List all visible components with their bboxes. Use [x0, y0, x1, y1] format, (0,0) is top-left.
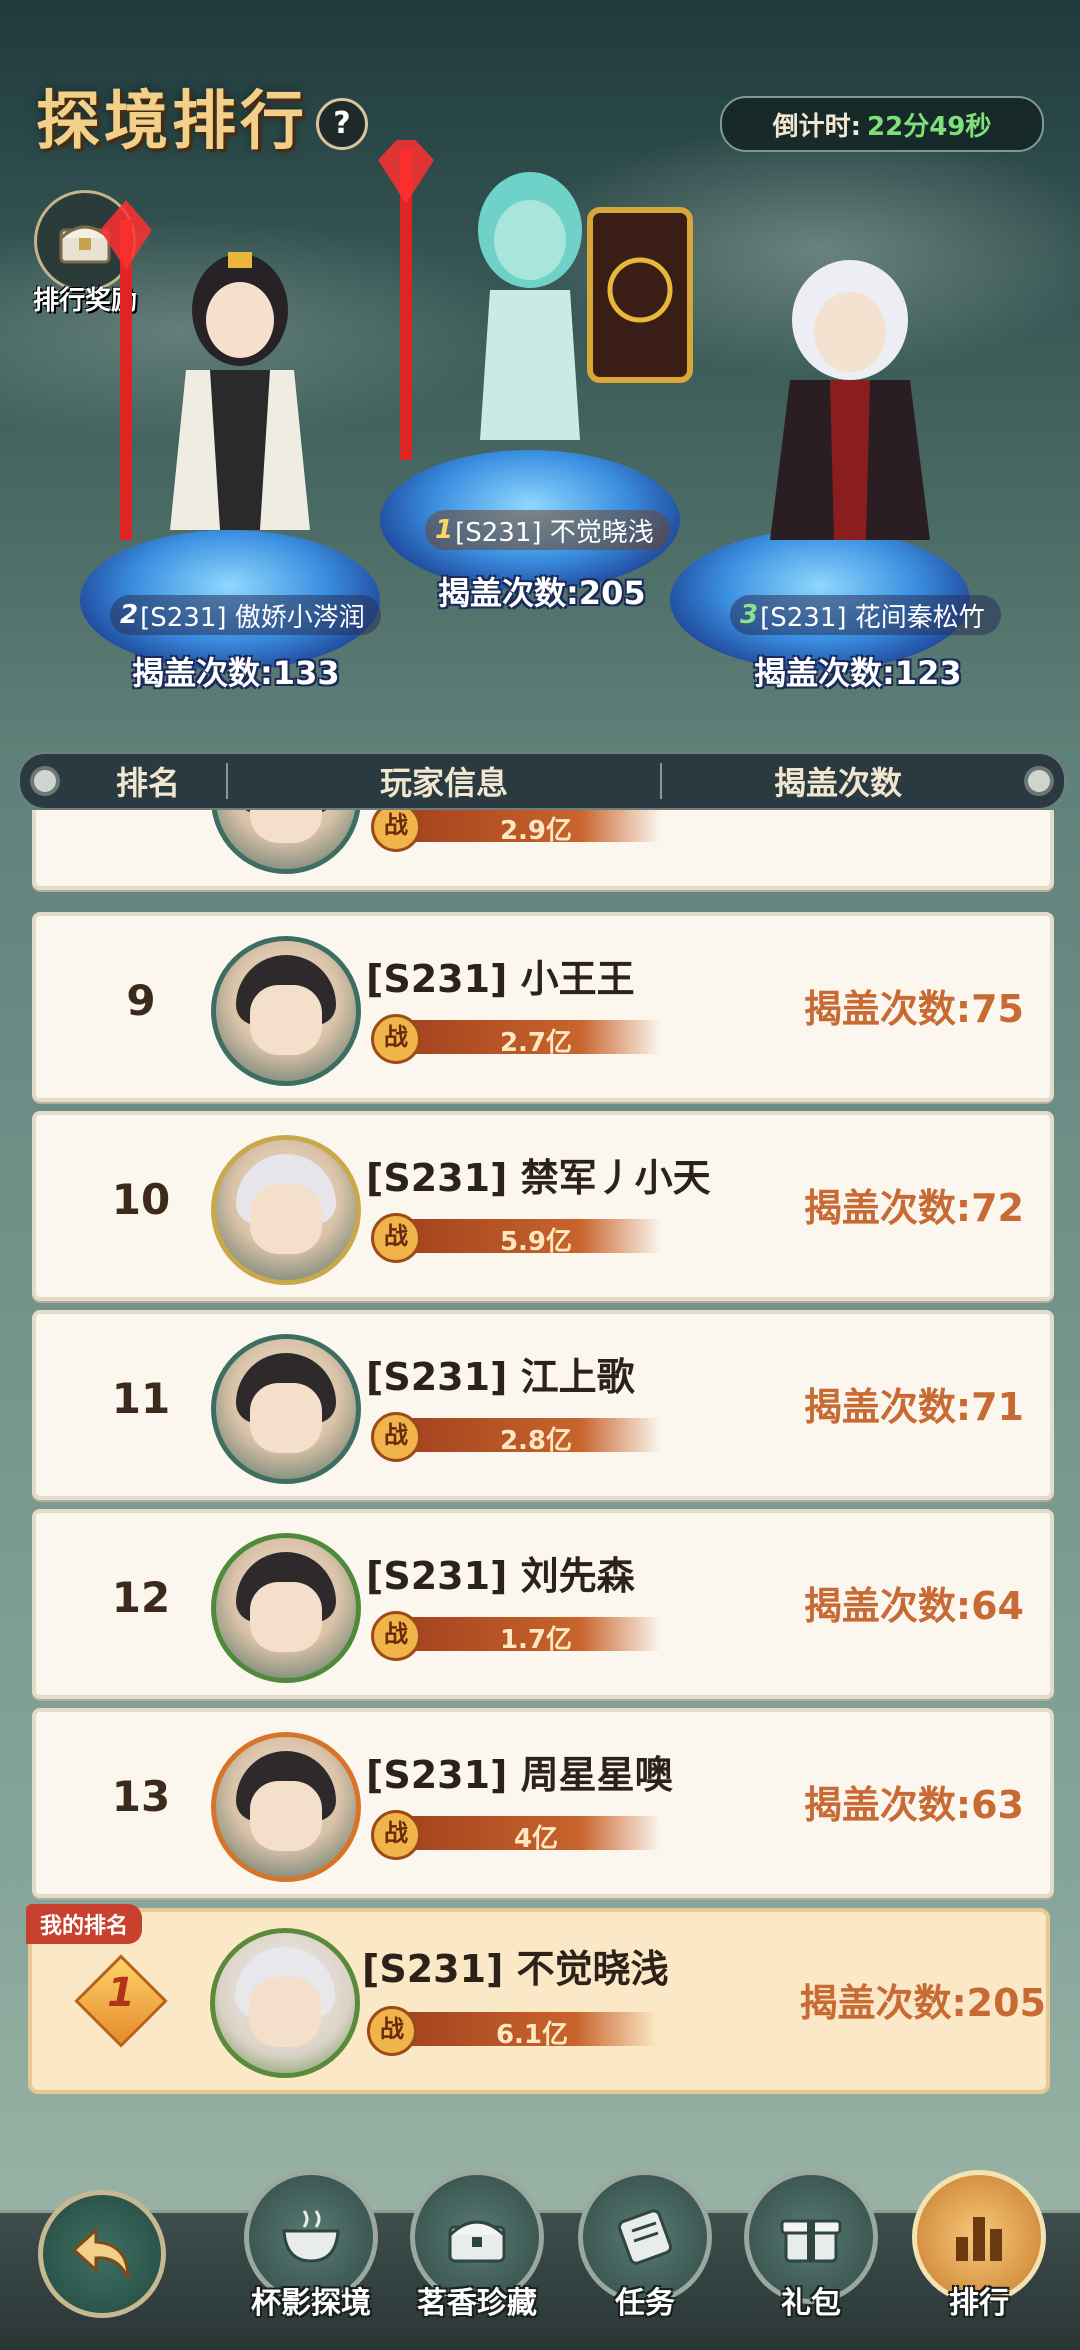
power-bar: 战 4亿: [371, 1810, 671, 1860]
podium-rank-2[interactable]: 2 [S231] 傲娇小涔润 揭盖次数:133: [70, 200, 390, 720]
row-rank: 12: [111, 1573, 171, 1622]
reveal-count: 揭盖次数:71: [803, 1385, 1024, 1429]
table-row[interactable]: 10 [S231] 禁军丿小天 战 5.9亿 揭盖次数:72: [32, 1111, 1054, 1301]
reveal-count: 揭盖次数:72: [803, 1186, 1024, 1230]
row-rank: 13: [111, 1772, 171, 1821]
power-badge-icon: 战: [367, 2006, 417, 2056]
power-value: 2.7亿: [499, 1028, 573, 1058]
reveal-count: 揭盖次数:205: [799, 1981, 1046, 2025]
player-name: [S231] 禁军丿小天: [366, 1156, 711, 1200]
avatar[interactable]: [211, 1135, 361, 1285]
power-bar: 战 6.1亿: [367, 2006, 667, 2056]
character-figure: [770, 260, 930, 540]
tab-label: 礼包: [781, 2286, 841, 2321]
podium-rank: 2: [120, 600, 139, 630]
row-rank: 9: [126, 976, 156, 1025]
player-name: [S231] 江上歌: [366, 1355, 635, 1399]
timer-value: 22分49秒: [867, 111, 992, 142]
podium-name: 3 [S231] 花间秦松竹: [730, 595, 1001, 635]
power-bar: 战 1.7亿: [371, 1611, 671, 1661]
back-button[interactable]: [38, 2190, 166, 2318]
table-row[interactable]: 12 [S231] 刘先森 战 1.7亿 揭盖次数:64: [32, 1509, 1054, 1699]
tab-label: 排行: [949, 2286, 1009, 2321]
avatar[interactable]: [211, 1334, 361, 1484]
col-rank: 排名: [115, 764, 180, 802]
my-rank-tag: 我的排名: [26, 1904, 143, 1944]
timer-label: 倒计时:: [772, 111, 862, 142]
my-rank-row[interactable]: 我的排名 1 [S231] 不觉晓浅 战 6.1亿 揭盖次数:205: [26, 1904, 1050, 2094]
power-value: 2.8亿: [499, 1426, 573, 1456]
table-row[interactable]: 9 [S231] 小王王 战 2.7亿 揭盖次数:75: [32, 912, 1054, 1102]
col-player: 玩家信息: [379, 764, 508, 802]
power-value: 4亿: [513, 1824, 559, 1854]
tab-label: 杯影探境: [251, 2286, 371, 2321]
row-rank: 10: [111, 1175, 171, 1224]
player-name: [S231] 小王王: [366, 957, 635, 1001]
power-value: 1.7亿: [499, 1625, 573, 1655]
avatar: [211, 810, 361, 874]
power-bar: 战 5.9亿: [371, 1213, 671, 1263]
power-badge-icon: 战: [371, 1810, 421, 1860]
back-arrow-icon: [71, 2226, 130, 2279]
power-bar: 战 2.7亿: [371, 1014, 671, 1064]
my-rank-number: 1: [107, 1970, 135, 2016]
ranking-list[interactable]: 战 2.9亿 9 [S231] 小王王 战 2.7亿 揭盖次数:75 10 [S…: [0, 810, 1080, 1900]
tab-explore[interactable]: 杯影探境: [242, 2170, 380, 2322]
podium-rank: 1: [435, 515, 454, 545]
header-dot-right: [1024, 766, 1054, 796]
podium-player-name: [S231] 花间秦松竹: [760, 602, 985, 633]
podium-player-name: [S231] 傲娇小涔润: [140, 602, 365, 633]
power-bar: 战 2.9亿: [371, 810, 671, 852]
tab-tasks[interactable]: 任务: [576, 2170, 714, 2322]
avatar[interactable]: [211, 1732, 361, 1882]
podium-rank-1[interactable]: 1 [S231] 不觉晓浅 揭盖次数:205: [360, 140, 700, 640]
reveal-count: 揭盖次数:64: [803, 1584, 1024, 1628]
countdown-timer: 倒计时: 22分49秒: [720, 96, 1044, 152]
table-row[interactable]: 13 [S231] 周星星噢 战 4亿 揭盖次数:63: [32, 1708, 1054, 1898]
avatar[interactable]: [210, 1928, 360, 2078]
player-name: [S231] 不觉晓浅: [362, 1947, 669, 1991]
character-figure: [378, 140, 693, 460]
podium-rank: 3: [740, 600, 759, 630]
podium-rank-3[interactable]: 3 [S231] 花间秦松竹 揭盖次数:123: [670, 200, 1001, 720]
header-dot-left: [30, 766, 60, 796]
tab-label: 任务: [615, 2286, 675, 2321]
reveal-count: 揭盖次数:75: [803, 987, 1024, 1031]
reveal-count: 揭盖次数:63: [803, 1783, 1024, 1827]
top-banner: 探境排行 ? 倒计时: 22分49秒 排行奖励 2 [S231] 傲娇小涔润 揭…: [0, 0, 1080, 750]
power-value: 6.1亿: [495, 2020, 569, 2050]
power-value: 5.9亿: [499, 1227, 573, 1257]
row-rank: 11: [111, 1374, 171, 1423]
tab-gifts[interactable]: 礼包: [742, 2170, 880, 2322]
podium-count: 揭盖次数:205: [438, 574, 646, 612]
col-count: 揭盖次数: [773, 764, 902, 802]
page-title: 探境排行: [36, 84, 308, 159]
avatar[interactable]: [211, 936, 361, 1086]
tab-ranking[interactable]: 排行: [910, 2170, 1048, 2322]
power-badge-icon: 战: [371, 810, 421, 852]
avatar[interactable]: [211, 1533, 361, 1683]
power-badge-icon: 战: [371, 1213, 421, 1263]
table-header: 排名 玩家信息 揭盖次数: [18, 752, 1066, 810]
table-row[interactable]: 11 [S231] 江上歌 战 2.8亿 揭盖次数:71: [32, 1310, 1054, 1500]
podium-count: 揭盖次数:123: [754, 654, 962, 692]
power-badge-icon: 战: [371, 1014, 421, 1064]
podium-name: 2 [S231] 傲娇小涔润: [110, 595, 381, 635]
power-value: 2.9亿: [499, 816, 573, 846]
player-name: [S231] 刘先森: [366, 1554, 635, 1598]
character-figure: [100, 200, 310, 540]
tab-label: 茗香珍藏: [417, 2286, 537, 2321]
power-bar: 战 2.8亿: [371, 1412, 671, 1462]
table-row[interactable]: 战 2.9亿: [32, 810, 1054, 890]
power-badge-icon: 战: [371, 1611, 421, 1661]
bottom-nav: 杯影探境 茗香珍藏 任务 礼包 排行: [0, 2170, 1080, 2350]
podium-count: 揭盖次数:133: [132, 654, 340, 692]
tab-collection[interactable]: 茗香珍藏: [408, 2170, 546, 2322]
podium-player-name: [S231] 不觉晓浅: [455, 517, 654, 548]
podium-name: 1 [S231] 不觉晓浅: [425, 510, 670, 550]
power-badge-icon: 战: [371, 1412, 421, 1462]
player-name: [S231] 周星星噢: [366, 1753, 673, 1797]
